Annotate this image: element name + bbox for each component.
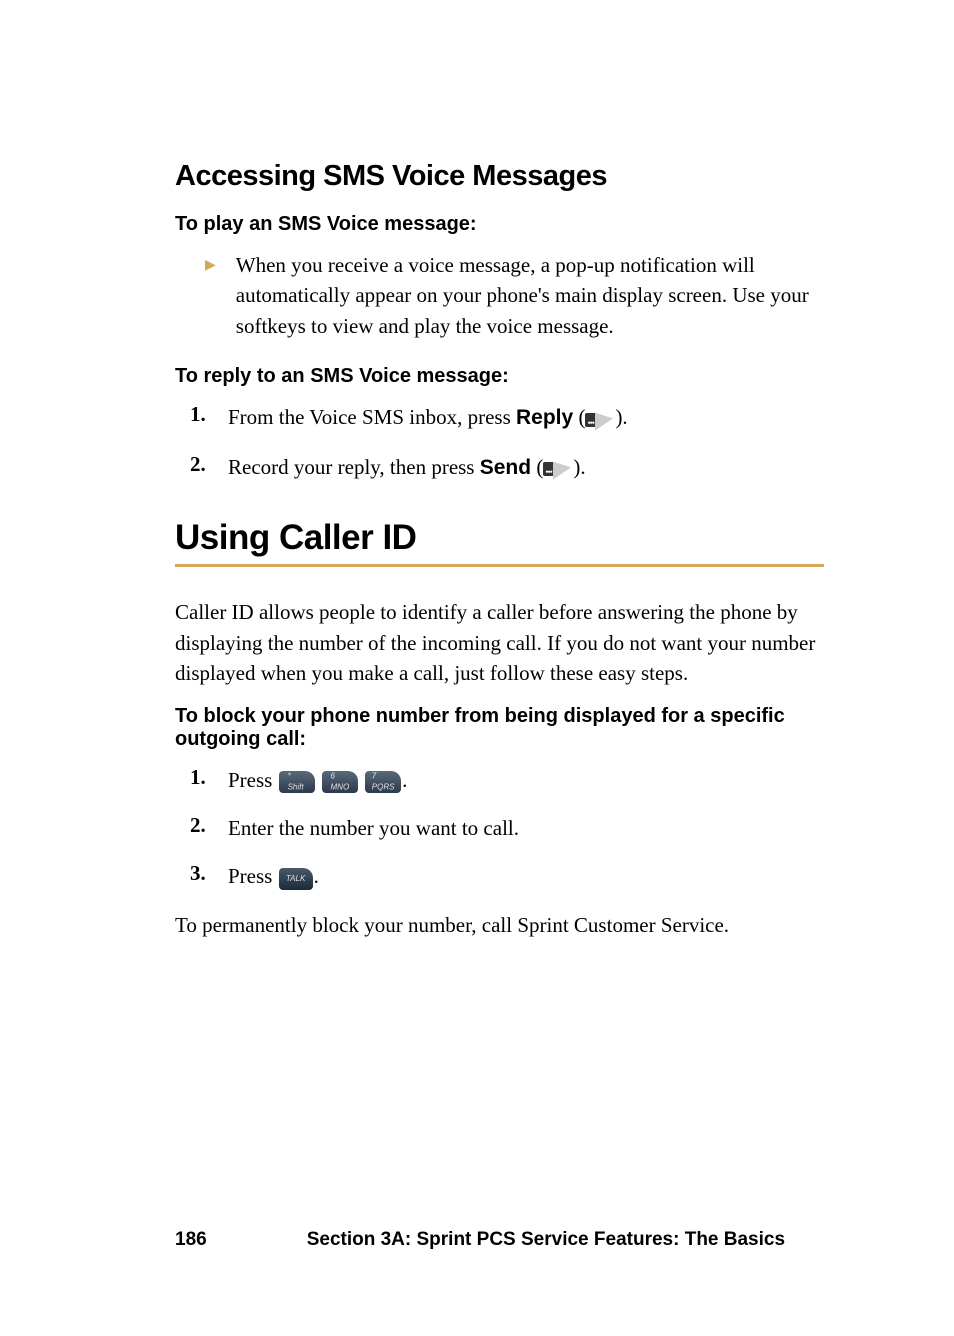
bullet-text: When you receive a voice message, a pop-… [236,250,824,341]
block-steps-list: 1. Press . 2. Enter the number you want … [190,765,824,892]
list-text: Record your reply, then press Send (•••)… [228,452,586,483]
text-fragment: Record your reply, then press [228,455,480,479]
footer-section-title: Section 3A: Sprint PCS Service Features:… [307,1229,785,1251]
softkey-icon: ••• [543,460,573,478]
text-fragment: ( [573,405,585,429]
key-7-icon [365,771,401,793]
page-footer: 186 Section 3A: Sprint PCS Service Featu… [175,1229,824,1251]
softkey-icon: ••• [585,411,615,429]
reply-label-bold: Reply [516,406,573,429]
text-fragment: . [314,864,319,888]
text-fragment: Press [228,768,278,792]
heading-using-caller-id: Using Caller ID [175,518,824,564]
send-label-bold: Send [480,456,531,479]
list-text: Press . [228,861,319,891]
list-number: 1. [190,402,212,427]
intro-paragraph: Caller ID allows people to identify a ca… [175,597,824,688]
label-block-number: To block your phone number from being di… [175,705,824,751]
list-text: Press . [228,765,407,795]
text-fragment: ( [531,455,543,479]
text-fragment: ). [615,405,627,429]
key-star-icon [279,771,315,793]
label-reply-sms: To reply to an SMS Voice message: [175,365,824,388]
list-number: 3. [190,861,212,886]
key-6-icon [322,771,358,793]
text-fragment: From the Voice SMS inbox, press [228,405,516,429]
list-number: 2. [190,813,212,838]
heading-rule [175,564,824,567]
text-fragment: . [402,768,407,792]
list-number: 2. [190,452,212,477]
heading-accessing-sms: Accessing SMS Voice Messages [175,160,824,193]
label-play-sms: To play an SMS Voice message: [175,213,824,236]
text-fragment: ). [573,455,585,479]
text-fragment: Press [228,864,278,888]
reply-steps-list: 1. From the Voice SMS inbox, press Reply… [190,402,824,483]
list-text: Enter the number you want to call. [228,813,519,843]
page-number: 186 [175,1229,207,1251]
list-text: From the Voice SMS inbox, press Reply (•… [228,402,628,433]
list-item: 1. Press . [190,765,824,795]
bullet-marker-icon: ▶ [205,257,216,274]
key-talk-icon [279,868,313,890]
outro-paragraph: To permanently block your number, call S… [175,910,824,940]
list-item: 2. Enter the number you want to call. [190,813,824,843]
bullet-item: ▶ When you receive a voice message, a po… [205,250,824,341]
list-item: 1. From the Voice SMS inbox, press Reply… [190,402,824,433]
list-item: 3. Press . [190,861,824,891]
list-number: 1. [190,765,212,790]
list-item: 2. Record your reply, then press Send (•… [190,452,824,483]
